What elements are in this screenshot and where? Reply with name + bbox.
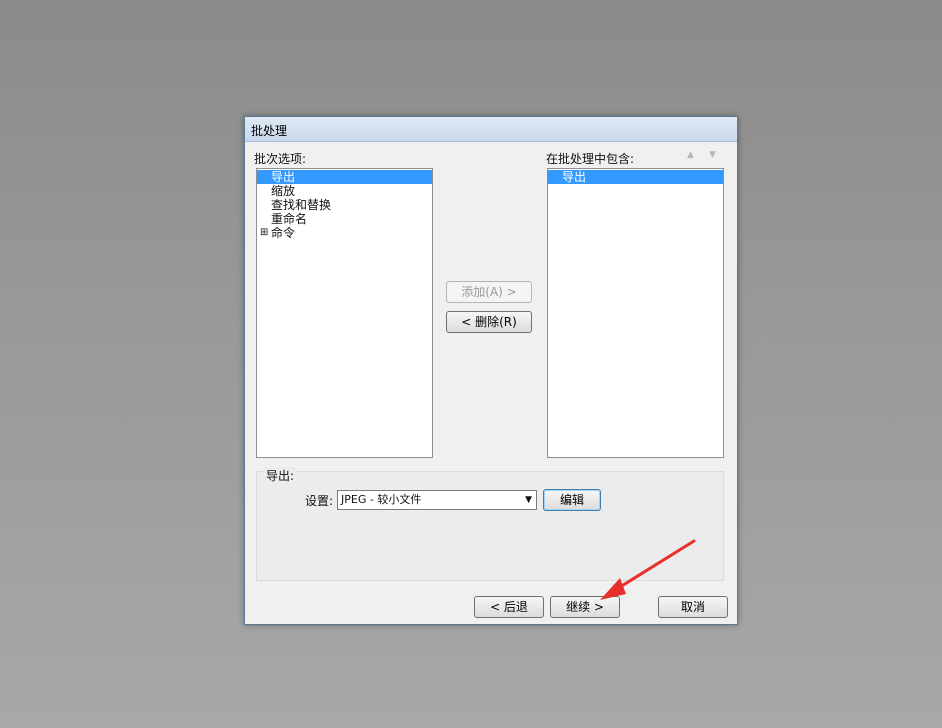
annotation-arrow-icon	[600, 539, 696, 600]
